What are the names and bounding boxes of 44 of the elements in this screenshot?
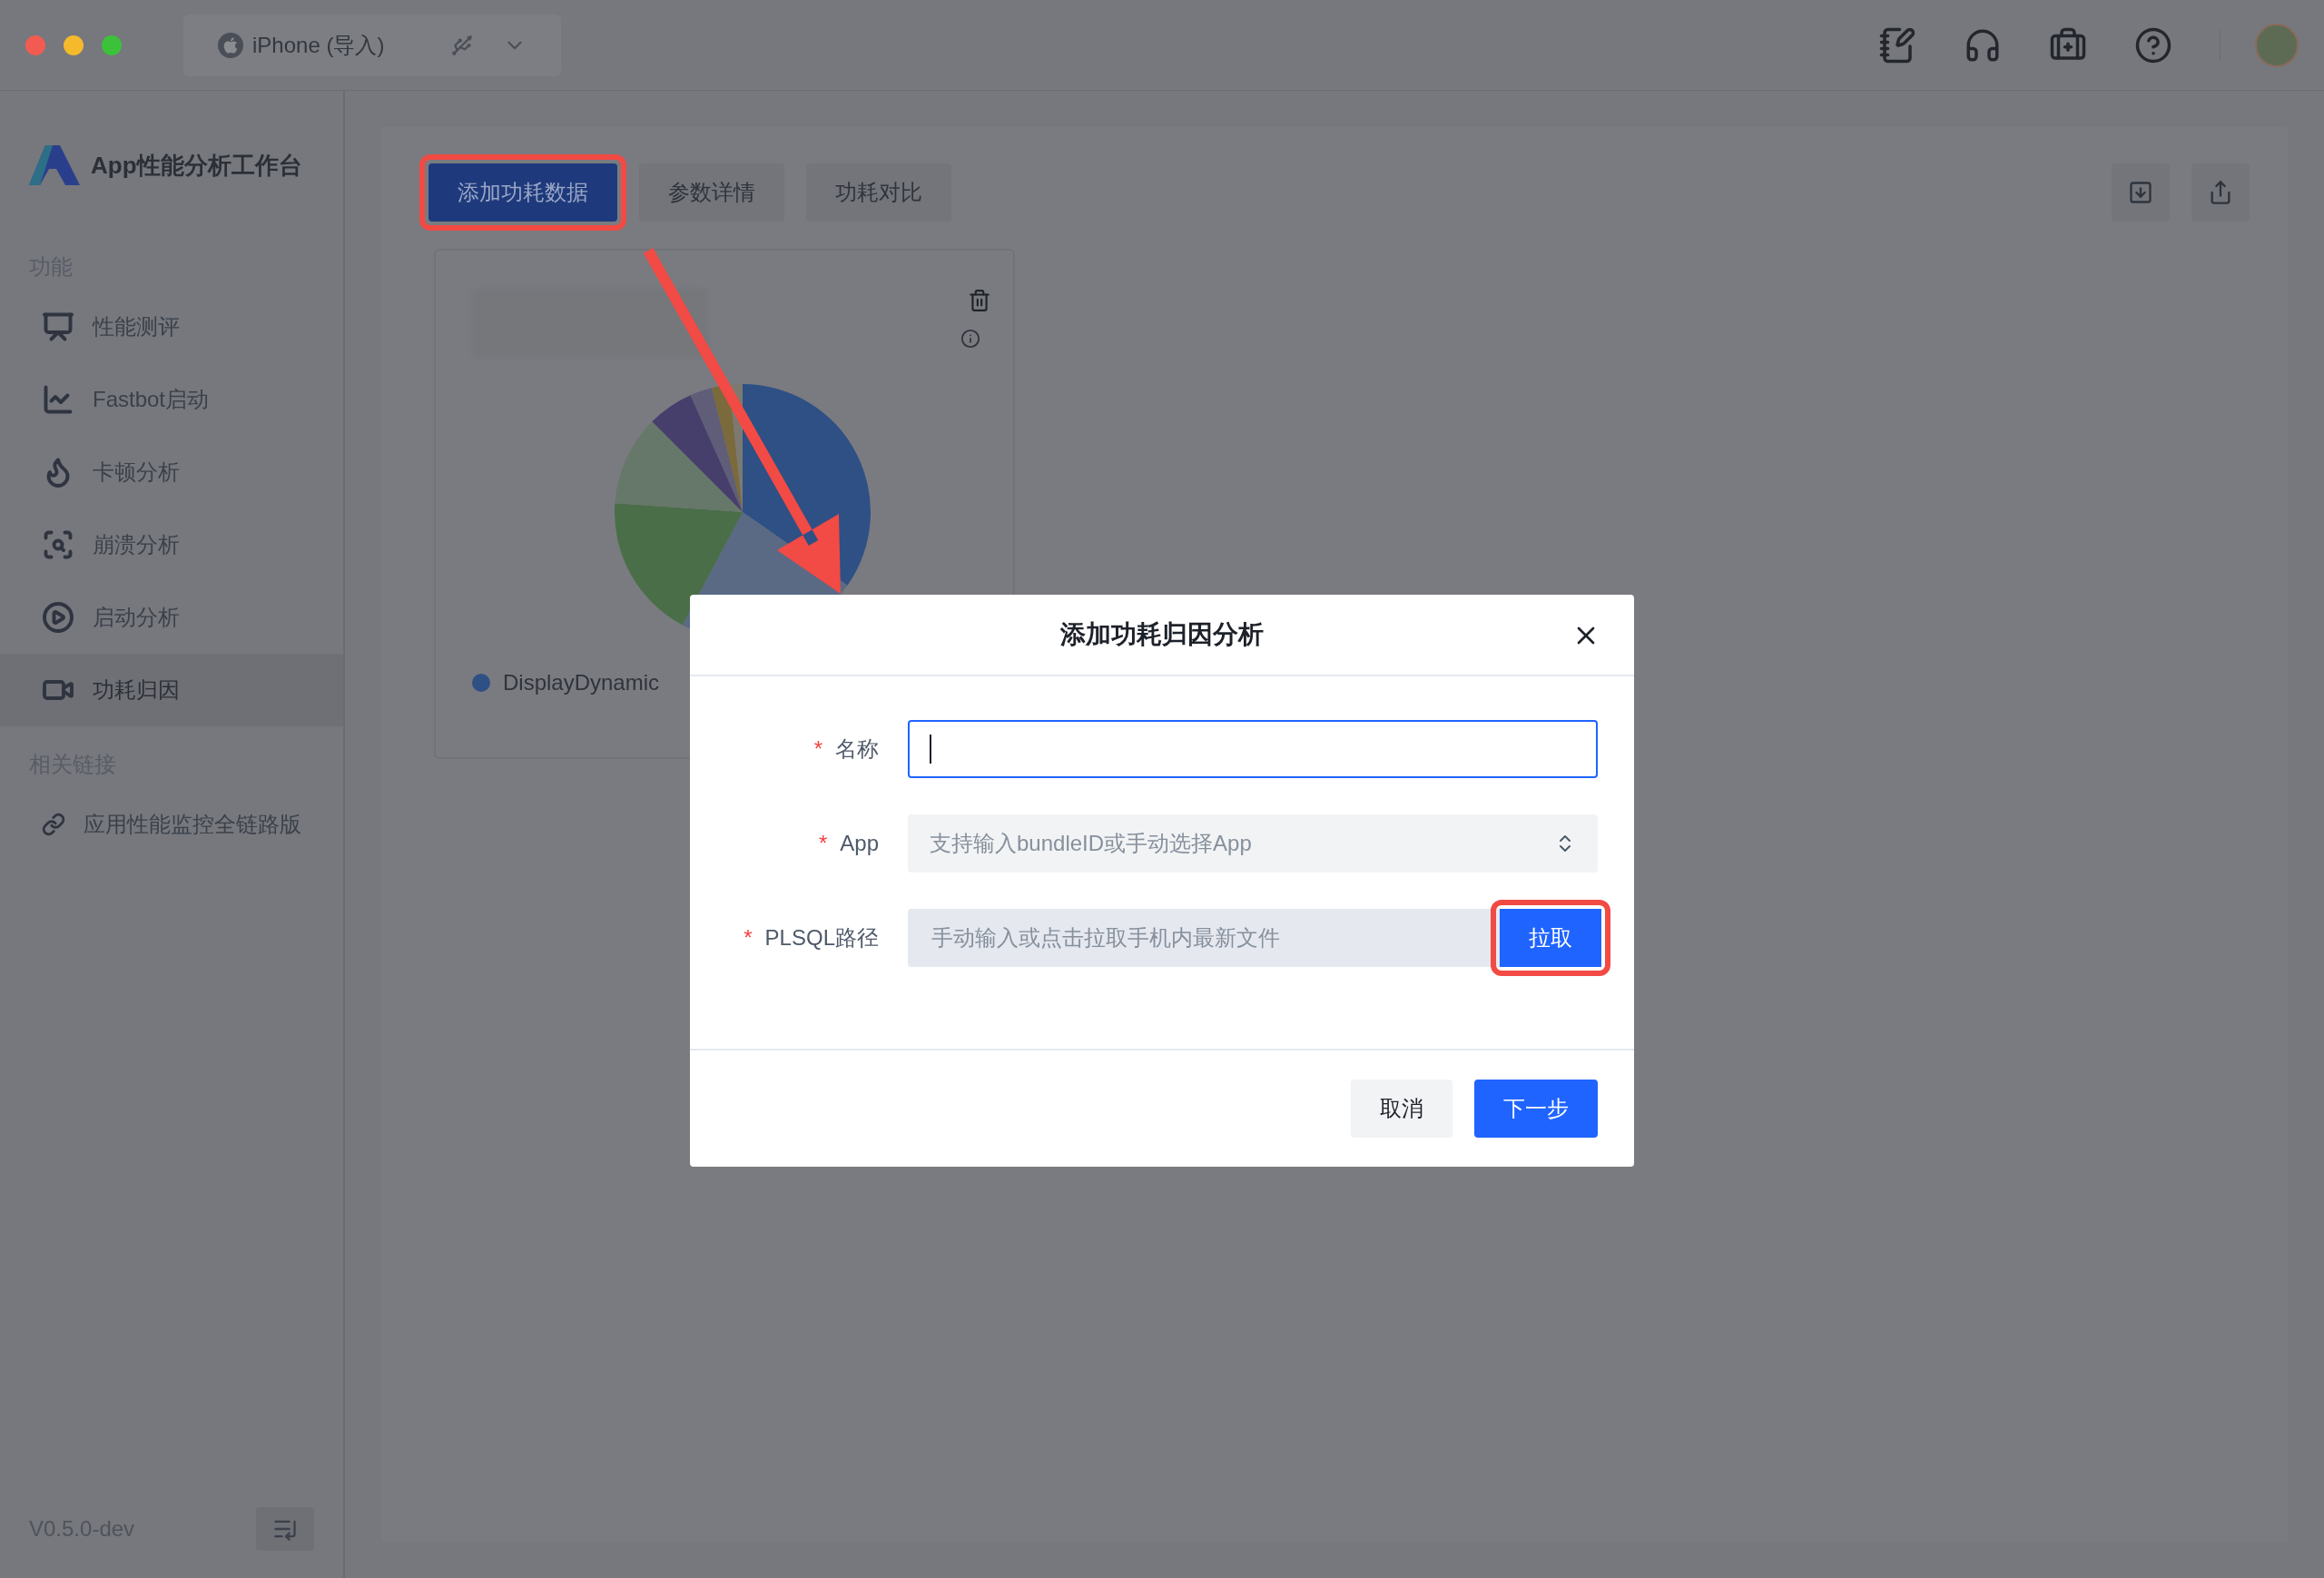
share-button[interactable] bbox=[2191, 163, 2250, 222]
path-input-field[interactable]: 手动输入或点击拉取手机内最新文件 bbox=[908, 909, 1500, 967]
nav-item[interactable]: 功耗归因 bbox=[0, 654, 343, 726]
logo-icon bbox=[29, 145, 80, 185]
app-title: App性能分析工作台 bbox=[91, 150, 302, 181]
monitor-icon bbox=[42, 311, 74, 343]
nav-item[interactable]: Fastbot启动 bbox=[0, 363, 343, 436]
collapse-sidebar-button[interactable] bbox=[256, 1507, 314, 1551]
field-label: PLSQL路径 bbox=[764, 924, 879, 952]
dialog-title: 添加功耗归因分析 bbox=[1060, 619, 1264, 650]
text-cursor bbox=[930, 735, 931, 764]
field-label: App bbox=[840, 830, 879, 857]
nav-item[interactable]: 性能测评 bbox=[0, 291, 343, 363]
tab-button[interactable]: 参数详情 bbox=[639, 163, 784, 222]
field-label: 名称 bbox=[835, 735, 879, 763]
nav-item[interactable]: 应用性能监控全链路版 bbox=[0, 788, 343, 861]
apple-icon bbox=[218, 32, 243, 58]
download-button[interactable] bbox=[2112, 163, 2170, 222]
required-mark: * bbox=[818, 830, 828, 857]
device-selector[interactable]: iPhone (导入) bbox=[183, 14, 561, 76]
app-select-field[interactable]: 支持输入bundleID或手动选择App bbox=[908, 814, 1598, 873]
zoom-window-button[interactable] bbox=[102, 35, 122, 55]
required-mark: * bbox=[813, 735, 822, 763]
help-icon[interactable] bbox=[2134, 25, 2172, 64]
minimize-window-button[interactable] bbox=[64, 35, 84, 55]
tab-button[interactable]: 功耗对比 bbox=[806, 163, 951, 222]
name-input-field[interactable] bbox=[908, 720, 1598, 778]
nav-item[interactable]: 启动分析 bbox=[0, 581, 343, 654]
nav-item[interactable]: 卡顿分析 bbox=[0, 436, 343, 508]
legend-label: DisplayDynamic bbox=[503, 669, 660, 696]
tab-button[interactable]: 添加功耗数据 bbox=[428, 163, 617, 222]
nav-item[interactable]: 崩溃分析 bbox=[0, 508, 343, 581]
usb-icon bbox=[450, 33, 474, 57]
device-name: iPhone (导入) bbox=[252, 31, 385, 59]
notes-icon[interactable] bbox=[1878, 25, 1916, 64]
next-button[interactable]: 下一步 bbox=[1474, 1080, 1598, 1138]
cancel-button[interactable]: 取消 bbox=[1351, 1080, 1452, 1138]
delete-icon[interactable] bbox=[968, 289, 991, 312]
pull-button[interactable]: 拉取 bbox=[1500, 909, 1601, 967]
info-icon[interactable] bbox=[960, 329, 980, 349]
play-icon bbox=[42, 601, 74, 634]
required-mark: * bbox=[743, 924, 753, 952]
chart-icon bbox=[42, 383, 74, 416]
download-icon bbox=[2128, 180, 2153, 205]
